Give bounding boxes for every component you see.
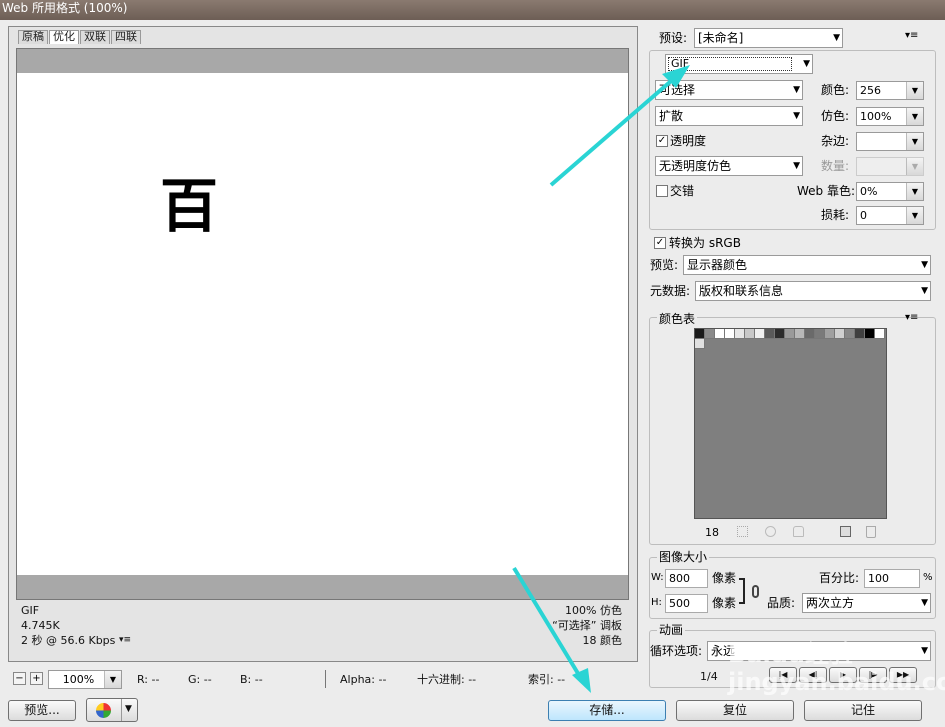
arrow-format-line <box>549 73 680 187</box>
annotation-arrows <box>512 65 690 693</box>
arrow-save-line <box>512 566 584 682</box>
